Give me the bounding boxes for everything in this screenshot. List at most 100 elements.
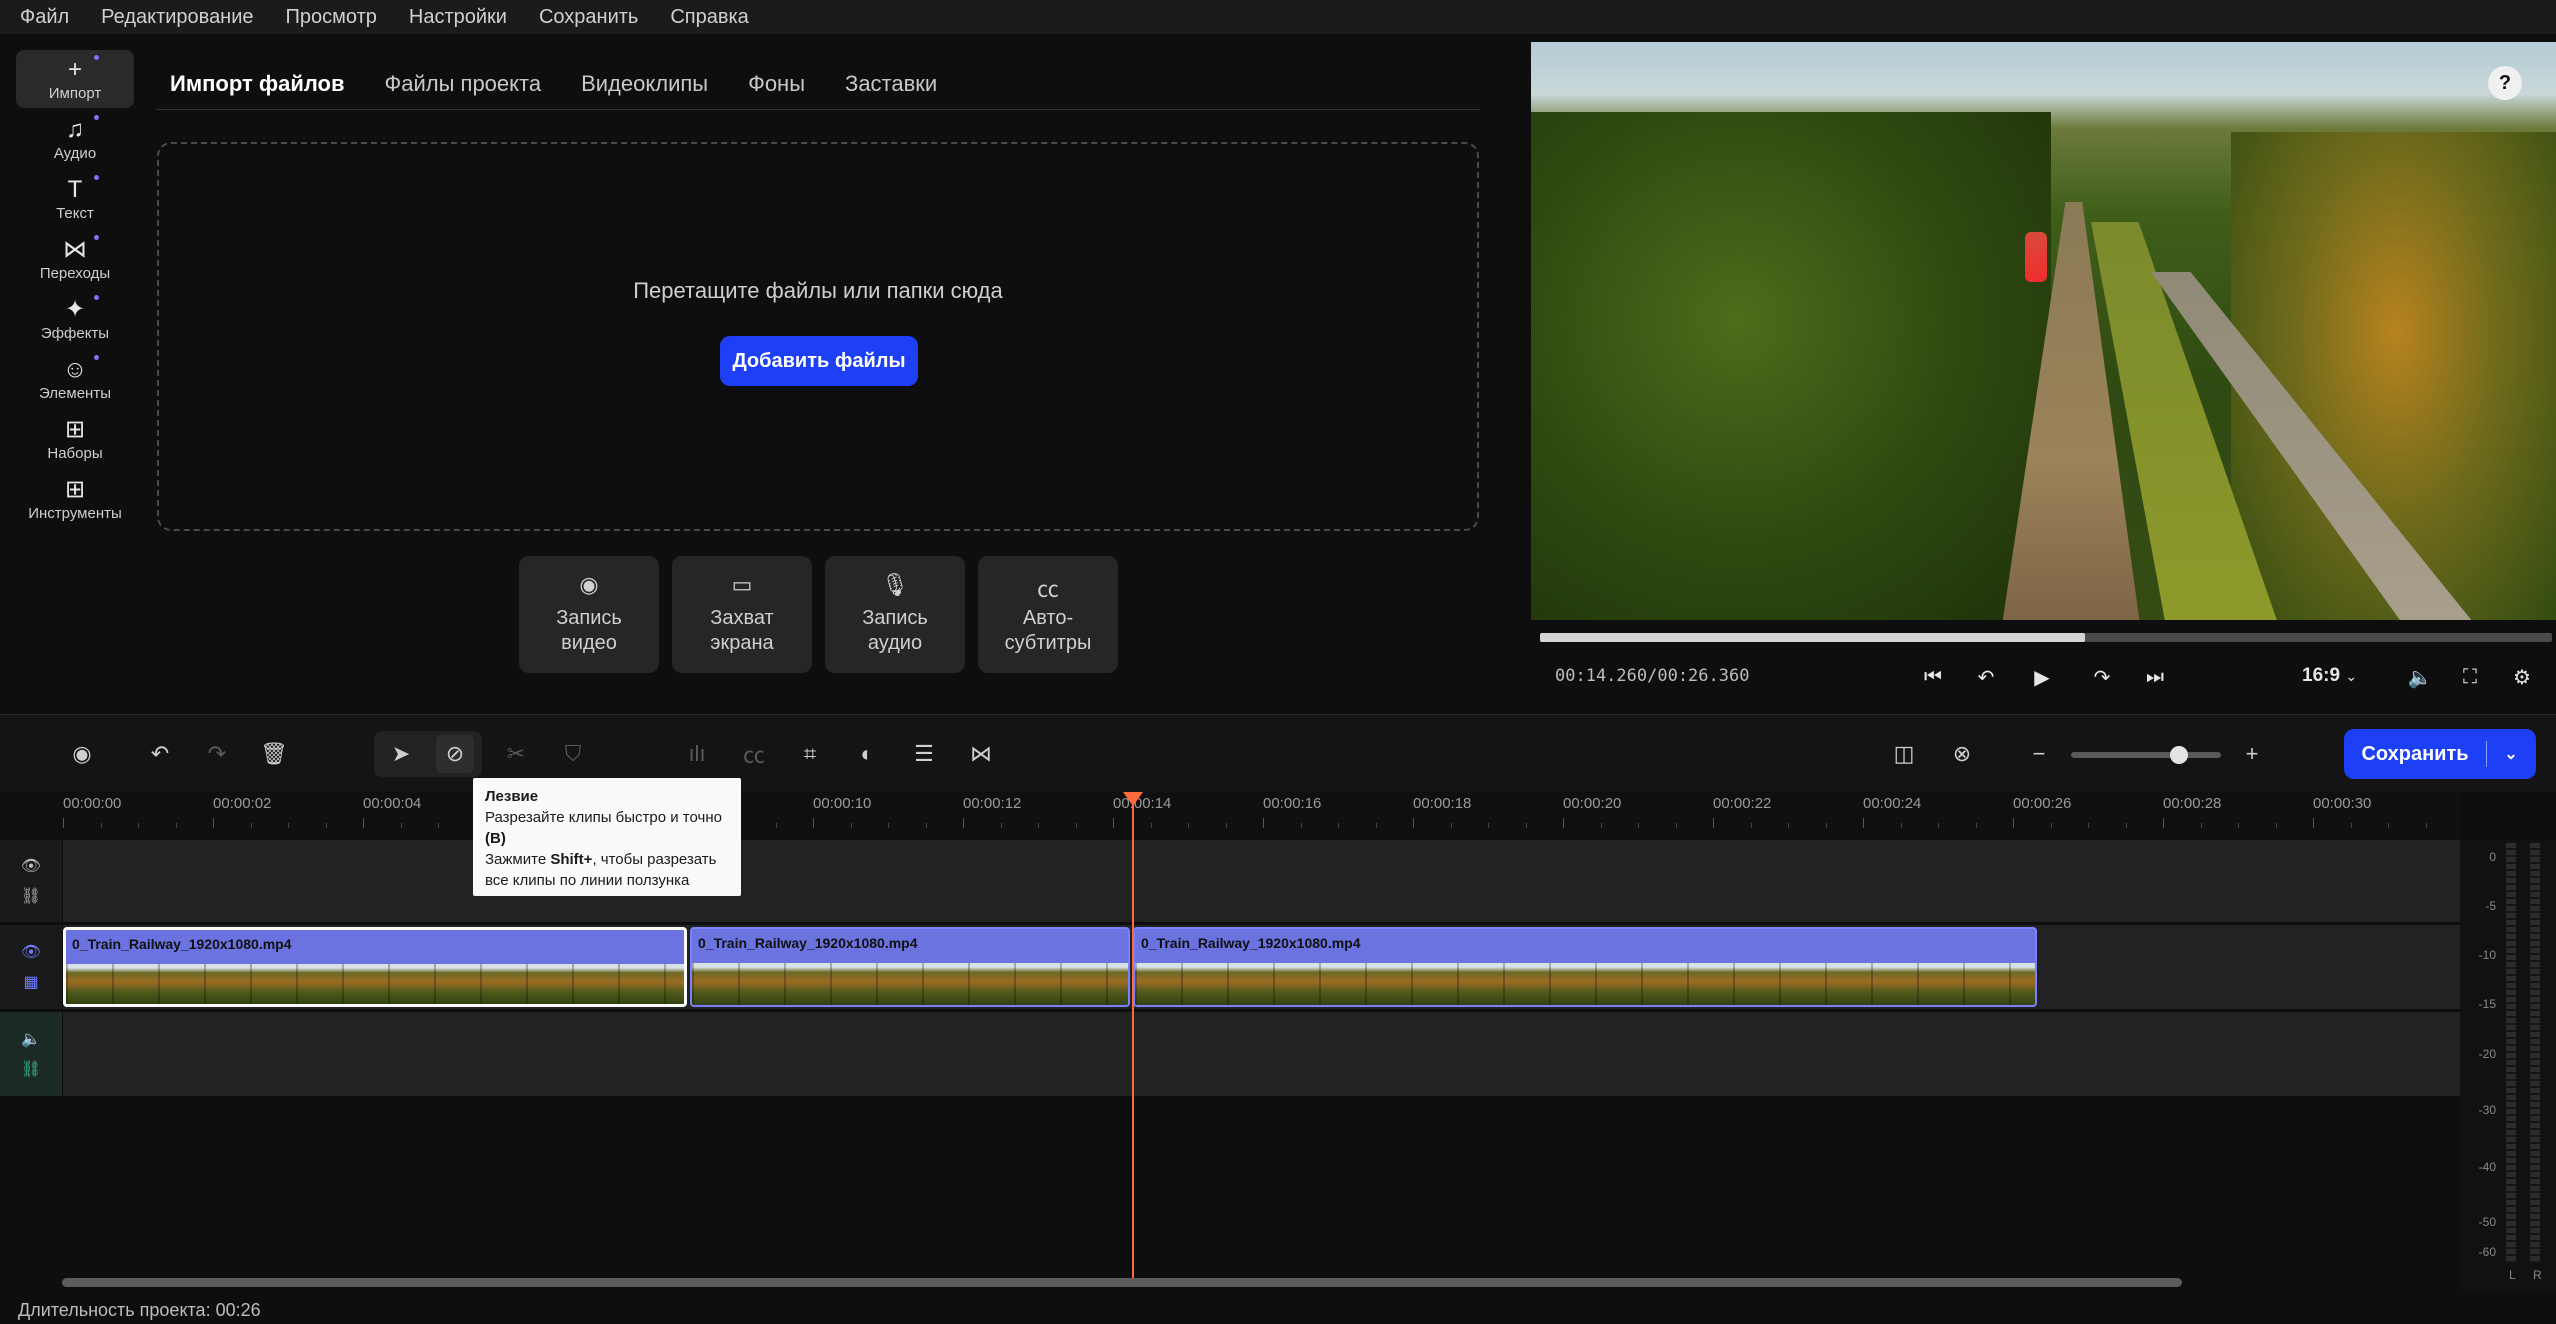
menu-settings[interactable]: Настройки [409,6,507,29]
ruler-tick [963,818,964,828]
sidebar-item-audio[interactable]: ♫ Аудио [16,110,134,168]
timeline-toolbar: ◉ ↶ ↷ 🗑 ➤ ⊘ ✂ ⛉ ılı ㏄ ⌗ ◐ ☰ ⋈ ◫ ⊗ − + Со… [0,714,2556,792]
sidebar-item-packs[interactable]: ⊞ Наборы [16,410,134,468]
add-files-button[interactable]: Добавить файлы [720,336,918,386]
volume-icon[interactable]: 🔈 [2405,662,2435,692]
ruler-tick [1488,823,1489,828]
sidebar-item-text[interactable]: T Текст [16,170,134,228]
ruler-tick [1638,823,1639,828]
link-icon[interactable]: ⛓ [21,886,41,906]
record-icon[interactable]: ◉ [63,735,101,773]
record-video-button[interactable]: ◉ Запись видео [519,556,659,673]
ruler-time-label: 00:00:14 [1113,795,1172,812]
video-clip[interactable]: 0_Train_Railway_1920x1080.mp4 [63,927,687,1007]
unlink-icon[interactable]: ⛓ [21,1059,41,1079]
meter-scale-label: -50 [2478,1215,2496,1229]
undo-icon[interactable]: ↶ [141,735,179,773]
menu-save[interactable]: Сохранить [539,6,638,29]
skip-to-start-icon[interactable]: ⏮ [1918,662,1948,692]
menu-help[interactable]: Справка [670,6,748,29]
trash-icon[interactable]: 🗑 [255,735,293,773]
ruler-tick [925,823,927,828]
sidebar-item-elements[interactable]: ☺ Элементы [16,350,134,408]
scissors-icon[interactable]: ✂ [497,735,535,773]
chevron-down-icon: ⌄ [2345,668,2358,684]
link-icon[interactable]: ⊗ [1943,735,1981,773]
tab-backgrounds[interactable]: Фоны [748,71,805,97]
step-back-icon[interactable]: ↶ [1971,662,2001,692]
save-button[interactable]: Сохранить ⌄ [2344,729,2536,779]
video-preview[interactable] [1531,42,2556,620]
film-icon[interactable]: ▦ [23,972,38,992]
ruler-tick [1750,823,1752,828]
tab-import-files[interactable]: Импорт файлов [170,71,345,97]
color-icon[interactable]: ◐ [848,735,886,773]
menu-edit[interactable]: Редактирование [101,6,253,29]
menu-file[interactable]: Файл [20,6,69,29]
tooltip-line2: Зажмите Shift+, чтобы разрезать все клип… [485,849,729,891]
transition-icon[interactable]: ⋈ [962,735,1000,773]
eye-icon[interactable]: 👁 [21,942,41,962]
clip-thumbnails [1135,963,2035,1005]
record-audio-button[interactable]: 🎙 Запись аудио [825,556,965,673]
playhead-line[interactable] [1132,796,1134,1280]
tab-intros[interactable]: Заставки [845,71,937,97]
shield-icon[interactable]: ⛉ [554,735,592,773]
cc-icon: ㏄ [1036,577,1059,602]
crop-icon[interactable]: ⌗ [791,735,829,773]
help-button[interactable]: ? [2488,66,2522,100]
bag-icon: ⊞ [64,416,86,443]
record-audio-label: Запись аудио [862,607,928,654]
ruler-tick [2013,818,2014,828]
cc-icon[interactable]: ㏄ [735,735,773,773]
zoom-in-icon[interactable]: + [2233,735,2271,773]
aspect-ratio-select[interactable]: 16:9 ⌄ [2302,665,2357,687]
zoom-out-icon[interactable]: − [2020,735,2058,773]
ruler-tick [1375,823,1377,828]
sidebar-item-label: Наборы [47,444,103,462]
redo-icon[interactable]: ↷ [198,735,236,773]
zoom-slider-handle[interactable] [2170,746,2188,764]
timeline-horizontal-scrollbar[interactable] [62,1278,2182,1287]
sidebar-item-effects[interactable]: ✦ Эффекты [16,290,134,348]
step-forward-icon[interactable]: ↷ [2087,662,2117,692]
play-icon[interactable]: ▶ [2027,662,2057,692]
gear-icon[interactable]: ⚙ [2507,662,2537,692]
video-clip[interactable]: 0_Train_Railway_1920x1080.mp4 [690,927,1130,1007]
audio-wave-icon[interactable]: ılı [678,735,716,773]
ruler-tick [2425,823,2427,828]
skip-to-end-icon[interactable]: ⏭ [2140,662,2170,692]
sidebar-item-tools[interactable]: ⊞ Инструменты [16,470,134,528]
sidebar-item-import[interactable]: + Импорт [16,50,134,108]
eye-icon[interactable]: 👁 [21,856,41,876]
playback-progress-bar[interactable] [1540,633,2552,642]
sidebar-item-label: Импорт [48,84,102,102]
audio-split-icon[interactable]: ◫ [1885,735,1923,773]
video-clip[interactable]: 0_Train_Railway_1920x1080.mp4 [1133,927,2037,1007]
zoom-slider[interactable] [2071,746,2221,764]
timecode: 00:14.260/00:26.360 [1555,666,1750,686]
sidebar-item-transitions[interactable]: ⋈ Переходы [16,230,134,288]
adjust-sliders-icon[interactable]: ☰ [905,735,943,773]
tab-video-clips[interactable]: Видеоклипы [581,71,708,97]
fullscreen-icon[interactable]: ⛶ [2455,662,2485,692]
blade-icon[interactable]: ⊘ [436,735,474,773]
menu-view[interactable]: Просмотр [286,6,377,29]
ruler-tick [288,823,289,828]
chevron-down-icon[interactable]: ⌄ [2487,744,2535,764]
ruler-tick [1863,818,1864,828]
audio-track[interactable] [63,1012,2461,1096]
auto-subtitles-button[interactable]: ㏄ Авто- субтитры [978,556,1118,673]
track-empty-overlay[interactable] [63,840,2461,922]
screen-capture-button[interactable]: ▭ Захват экрана [672,556,812,673]
ruler-time-label: 00:00:18 [1413,795,1472,812]
preview-train [2025,232,2047,282]
timeline-ruler[interactable]: 00:00:0000:00:0200:00:0400:00:0600:00:08… [0,792,2460,840]
tab-project-files[interactable]: Файлы проекта [385,71,542,97]
select-cursor-icon[interactable]: ➤ [382,735,420,773]
speaker-icon[interactable]: 🔈 [21,1029,41,1049]
file-drop-zone[interactable]: Перетащите файлы или папки сюда Добавить… [157,142,1479,531]
ruler-time-label: 00:00:00 [63,795,122,812]
meter-scale-label: -10 [2478,948,2496,962]
ruler-time-label: 00:00:28 [2163,795,2222,812]
